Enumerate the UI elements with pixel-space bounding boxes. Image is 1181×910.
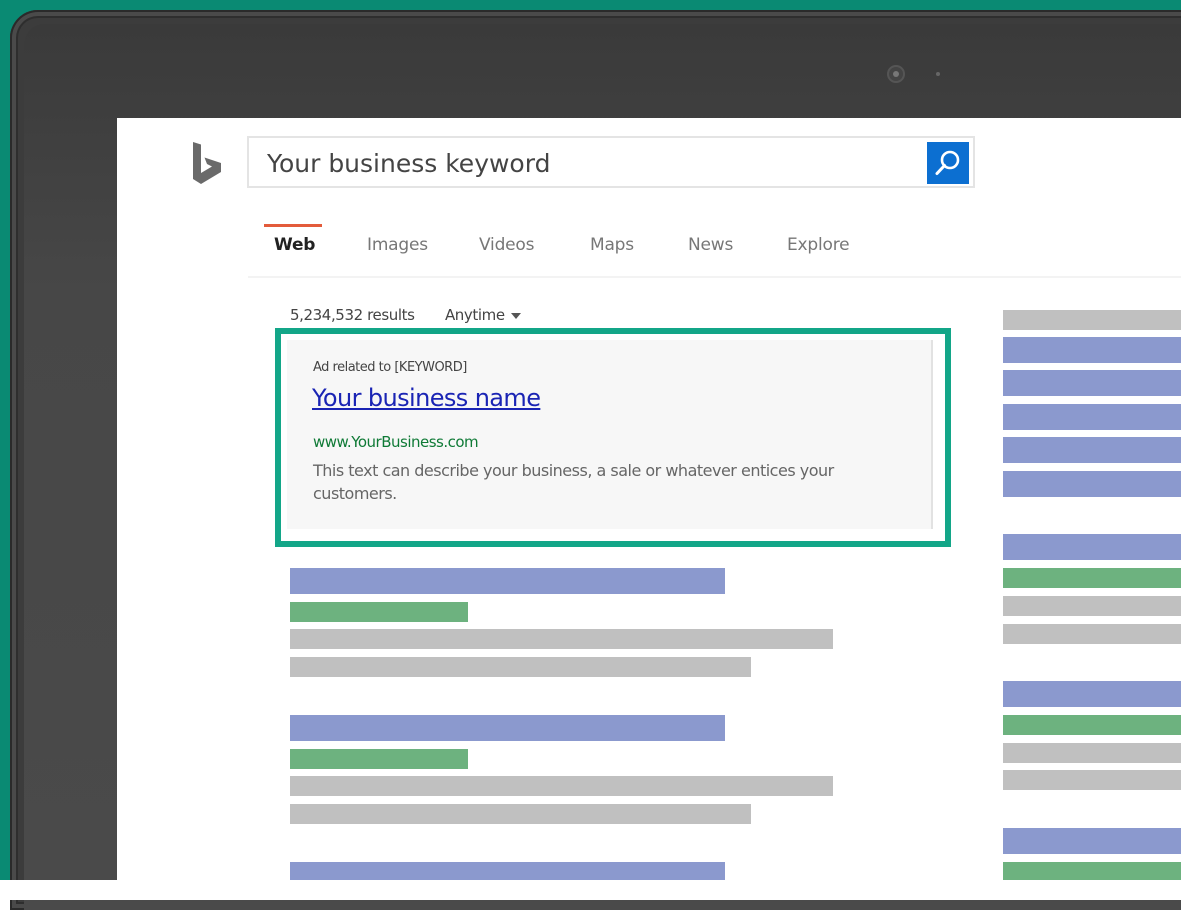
- sidebar-title-placeholder: [1003, 828, 1181, 854]
- sidebar-title-placeholder: [1003, 437, 1181, 463]
- tab-web[interactable]: Web: [274, 235, 315, 255]
- sidebar-title-placeholder: [1003, 534, 1181, 560]
- tab-news[interactable]: News: [688, 235, 733, 255]
- bing-logo-icon[interactable]: [190, 140, 228, 188]
- ad-highlight-frame: Ad related to [KEYWORD] Your business na…: [275, 328, 951, 547]
- result-text-placeholder: [290, 629, 833, 649]
- tab-videos[interactable]: Videos: [479, 235, 534, 255]
- ad-label: Ad related to [KEYWORD]: [313, 360, 467, 375]
- result-url-placeholder: [290, 749, 468, 769]
- search-tabs: Web Images Videos Maps News Explore: [248, 221, 1181, 278]
- search-input[interactable]: [267, 148, 907, 178]
- results-count: 5,234,532 results: [290, 306, 415, 324]
- sidebar-title-placeholder: [1003, 471, 1181, 497]
- sidebar-title-placeholder: [1003, 370, 1181, 396]
- caret-down-icon: [510, 312, 521, 319]
- search-box: [247, 136, 975, 188]
- browser-screen: Web Images Videos Maps News Explore 5,23…: [117, 118, 1181, 880]
- sidebar-text-placeholder: [1003, 770, 1181, 790]
- sensor-dot: [936, 72, 940, 76]
- sidebar-url-placeholder: [1003, 715, 1181, 735]
- sidebar-text-placeholder: [1003, 743, 1181, 763]
- active-tab-indicator: [264, 224, 322, 227]
- sidebar-text-placeholder: [1003, 624, 1181, 644]
- result-title-placeholder: [290, 862, 725, 880]
- sidebar-title-placeholder: [1003, 337, 1181, 363]
- result-text-placeholder: [290, 657, 751, 677]
- page-footer-strip: [0, 880, 1181, 900]
- sidebar-text-placeholder: [1003, 596, 1181, 616]
- sidebar-url-placeholder: [1003, 862, 1181, 880]
- result-text-placeholder: [290, 776, 833, 796]
- sidebar-title-placeholder: [1003, 681, 1181, 707]
- magnifier-icon: [935, 150, 960, 175]
- sidebar-text-placeholder: [1003, 310, 1181, 330]
- ad-title-link[interactable]: Your business name: [312, 384, 541, 412]
- sidebar-url-placeholder: [1003, 568, 1181, 588]
- tab-explore[interactable]: Explore: [787, 235, 850, 255]
- result-title-placeholder: [290, 715, 725, 741]
- results-meta: 5,234,532 results Anytime: [290, 306, 521, 324]
- search-button[interactable]: [927, 142, 969, 184]
- ad-description: This text can describe your business, a …: [313, 461, 834, 503]
- time-filter-dropdown[interactable]: Anytime: [445, 306, 521, 324]
- time-filter-label: Anytime: [444, 306, 505, 324]
- result-url-placeholder: [290, 602, 468, 622]
- result-title-placeholder: [290, 568, 725, 594]
- ad-result: Ad related to [KEYWORD] Your business na…: [287, 340, 933, 529]
- camera-icon: [887, 65, 905, 83]
- tab-images[interactable]: Images: [367, 235, 428, 255]
- ad-url[interactable]: www.YourBusiness.com: [313, 433, 479, 451]
- sidebar-title-placeholder: [1003, 404, 1181, 430]
- result-text-placeholder: [290, 804, 751, 824]
- tab-maps[interactable]: Maps: [590, 235, 634, 255]
